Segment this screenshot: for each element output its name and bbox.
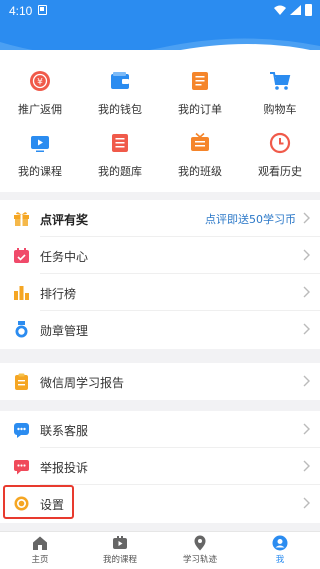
menu-label: 联系客服 [40, 424, 89, 438]
menu-item-ranking[interactable]: 排行榜 [0, 274, 320, 311]
chevron-right-icon [303, 497, 310, 509]
sim-card-icon [38, 5, 47, 15]
rebate-icon: ¥ [30, 71, 50, 91]
menu-item-weekly-report[interactable]: 微信周学习报告 [0, 363, 320, 400]
customer-service-icon [14, 423, 29, 438]
wallet-icon [111, 72, 129, 89]
grid-item-wallet[interactable]: 我的钱包 [80, 70, 160, 130]
chevron-right-icon [303, 286, 310, 298]
grid-label: 购物车 [263, 103, 297, 116]
wifi-icon [274, 5, 286, 15]
status-bar: 4:10 [0, 0, 320, 22]
menu-label: 举报投诉 [40, 461, 89, 475]
play-icon [113, 536, 127, 549]
chevron-right-icon [303, 323, 310, 335]
menu-label: 微信周学习报告 [40, 376, 125, 390]
chevron-right-icon [303, 212, 310, 224]
grid-item-courses[interactable]: 我的课程 [0, 132, 80, 192]
menu-label: 勋章管理 [40, 324, 89, 338]
chevron-right-icon [303, 423, 310, 435]
medal-icon [15, 321, 28, 338]
status-time: 4:10 [9, 4, 33, 18]
gift-icon [14, 212, 29, 226]
svg-text:¥: ¥ [37, 78, 43, 88]
grid-label: 我的钱包 [98, 103, 142, 116]
history-icon [269, 132, 291, 154]
tab-home[interactable]: 主页 [0, 535, 80, 565]
battery-icon [305, 4, 312, 16]
menu-item-customer-service[interactable]: 联系客服 [0, 411, 320, 448]
settings-highlight-box [3, 485, 74, 519]
calendar-icon [14, 248, 29, 263]
profile-icon [272, 535, 288, 551]
grid-item-rebate[interactable]: ¥ 推广返佣 [0, 70, 80, 130]
menu-item-report-complaint[interactable]: 举报投诉 [0, 448, 320, 485]
class-icon [191, 132, 209, 151]
menu-item-task-center[interactable]: 任务中心 [0, 237, 320, 274]
cart-icon [270, 72, 291, 90]
menu-section-report: 微信周学习报告 [0, 363, 320, 400]
course-icon [31, 136, 49, 152]
grid-label: 我的班级 [178, 165, 222, 178]
order-icon [192, 72, 208, 90]
grid-item-class[interactable]: 我的班级 [160, 132, 240, 192]
grid-label: 观看历史 [258, 165, 302, 178]
bar-chart-icon [14, 286, 29, 300]
tab-label: 主页 [31, 555, 49, 565]
grid-label: 推广返佣 [18, 103, 62, 116]
signal-icon [290, 5, 301, 15]
grid-item-question-bank[interactable]: 我的题库 [80, 132, 160, 192]
location-pin-icon [194, 535, 206, 551]
chevron-right-icon [303, 460, 310, 472]
message-alert-icon [14, 460, 29, 475]
menu-item-medals[interactable]: 勋章管理 [0, 311, 320, 349]
tab-label: 我的课程 [102, 555, 137, 565]
tab-learning-track[interactable]: 学习轨迹 [160, 535, 240, 565]
grid-label: 我的订单 [178, 103, 222, 116]
grid-item-history[interactable]: 观看历史 [240, 132, 320, 192]
menu-item-review-reward[interactable]: 点评有奖 点评即送50学习币 [0, 200, 320, 237]
question-bank-icon [112, 134, 128, 152]
menu-label: 任务中心 [40, 250, 89, 264]
menu-label: 排行榜 [40, 287, 77, 301]
chevron-right-icon [303, 249, 310, 261]
clipboard-icon [15, 373, 28, 390]
tab-my-courses[interactable]: 我的课程 [80, 535, 160, 565]
menu-label: 点评有奖 [40, 213, 89, 227]
home-icon [33, 536, 47, 550]
grid-label: 我的课程 [18, 165, 62, 178]
chevron-right-icon [303, 375, 310, 387]
tab-label: 学习轨迹 [182, 555, 217, 565]
bottom-tab-bar: 主页 我的课程 学习轨迹 我 [0, 531, 320, 569]
grid-label: 我的题库 [98, 165, 142, 178]
grid-item-orders[interactable]: 我的订单 [160, 70, 240, 130]
tab-me[interactable]: 我 [240, 535, 320, 565]
tab-label: 我 [275, 555, 285, 565]
grid-item-cart[interactable]: 购物车 [240, 70, 320, 130]
review-reward-note: 点评即送50学习币 [205, 213, 296, 226]
menu-section-activities: 点评有奖 点评即送50学习币 任务中心 排行榜 勋章管理 [0, 200, 320, 349]
